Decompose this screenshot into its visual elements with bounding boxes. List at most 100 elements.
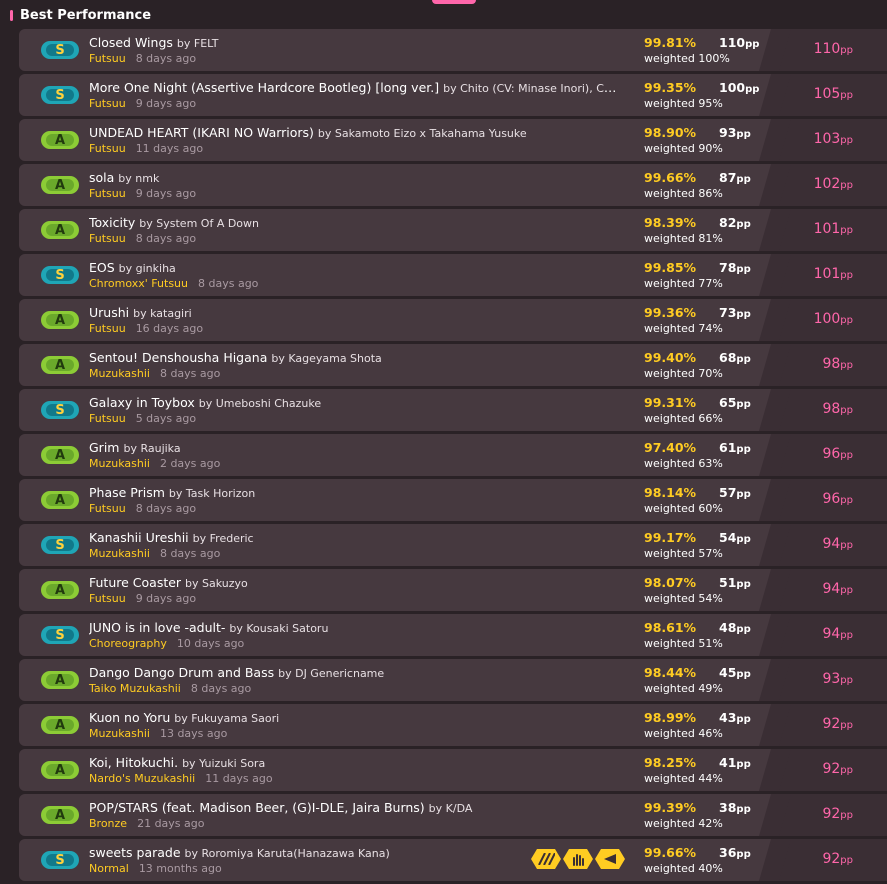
- beatmap-title[interactable]: Koi, Hitokuchi.: [89, 755, 178, 770]
- score-row[interactable]: Asola by nmk Futsuu 9 days ago 99.66% weight…: [19, 164, 887, 206]
- beatmap-title-line[interactable]: JUNO is in love -adult- by Kousaki Sator…: [89, 620, 619, 635]
- score-row[interactable]: Ssweets parade by Roromiya Karuta(Hanaza…: [19, 839, 887, 881]
- score-row[interactable]: S Galaxy in Toybox by Umeboshi Chazuke Fut…: [19, 389, 887, 431]
- grade-badge-inner: A: [46, 673, 74, 688]
- difficulty-name[interactable]: Futsuu: [89, 412, 126, 425]
- beatmap-title[interactable]: Urushi: [89, 305, 129, 320]
- beatmap-subline: Futsuu 9 days ago: [89, 97, 196, 110]
- beatmap-title-line[interactable]: Kanashii Ureshii by Frederic: [89, 530, 619, 545]
- accuracy: 99.85%: [644, 260, 697, 275]
- score-row[interactable]: A Future Coaster by Sakuzyo Futsuu 9 days a…: [19, 569, 887, 611]
- difficulty-name[interactable]: Futsuu: [89, 592, 126, 605]
- difficulty-name[interactable]: Bronze: [89, 817, 127, 830]
- beatmap-title-line[interactable]: Kuon no Yoru by Fukuyama Saori: [89, 710, 619, 725]
- beatmap-title-line[interactable]: Toxicity by System Of A Down: [89, 215, 619, 230]
- beatmap-title-line[interactable]: Grim by Raujika: [89, 440, 619, 455]
- difficulty-name[interactable]: Futsuu: [89, 232, 126, 245]
- weighted-pp-value: 94: [822, 536, 841, 552]
- score-row[interactable]: S Kanashii Ureshii by Frederic Muzukashii 8…: [19, 524, 887, 566]
- grade-letter: A: [54, 582, 66, 598]
- weighted-pp-unit: pp: [840, 270, 853, 281]
- raw-pp: 87pp: [719, 170, 751, 185]
- raw-pp-value: 48: [719, 620, 737, 635]
- score-row[interactable]: A Toxicity by System Of A Down Futsuu 8 day…: [19, 209, 887, 251]
- weighted-pp-unit: pp: [840, 315, 853, 326]
- score-row[interactable]: A Kuon no Yoru by Fukuyama Saori Muzukashi…: [19, 704, 887, 746]
- raw-pp-value: 41: [719, 755, 737, 770]
- beatmap-title[interactable]: UNDEAD HEART (IKARI NO Warriors): [89, 125, 314, 140]
- score-row[interactable]: A Phase Prism by Task Horizon Futsuu 8 days…: [19, 479, 887, 521]
- score-row[interactable]: S JUNO is in love -adult- by Kousaki Sato…: [19, 614, 887, 656]
- score-row[interactable]: A UNDEAD HEART (IKARI NO Warriors) by Sak…: [19, 119, 887, 161]
- difficulty-name[interactable]: Normal: [89, 862, 129, 875]
- raw-pp-value: 51: [719, 575, 737, 590]
- beatmap-title-line[interactable]: Closed Wings by FELT: [89, 35, 619, 50]
- beatmap-title-line[interactable]: POP/STARS (feat. Madison Beer, (G)I-DLE,…: [89, 800, 619, 815]
- score-row[interactable]: A POP/STARS (feat. Madison Beer, (G)I-DLE…: [19, 794, 887, 836]
- beatmap-subline: Chromoxx' Futsuu 8 days ago: [89, 277, 258, 290]
- beatmap-title-line[interactable]: More One Night (Assertive Hardcore Bootl…: [89, 80, 619, 95]
- weighted-pp-value: 105: [813, 86, 841, 102]
- difficulty-name[interactable]: Futsuu: [89, 187, 126, 200]
- difficulty-name[interactable]: Taiko Muzukashii: [89, 682, 181, 695]
- weight-percent: weighted 95%: [644, 97, 723, 110]
- beatmap-title-line[interactable]: Sentou! Denshousha Higana by Kageyama Sh…: [89, 350, 619, 365]
- beatmap-title[interactable]: Kanashii Ureshii: [89, 530, 189, 545]
- beatmap-title[interactable]: Galaxy in Toybox: [89, 395, 195, 410]
- beatmap-title[interactable]: sweets parade: [89, 845, 181, 860]
- beatmap-title[interactable]: Grim: [89, 440, 119, 455]
- beatmap-title-line[interactable]: sola by nmk: [89, 170, 619, 185]
- beatmap-title-line[interactable]: Galaxy in Toybox by Umeboshi Chazuke: [89, 395, 619, 410]
- difficulty-name[interactable]: Choreography: [89, 637, 167, 650]
- score-row[interactable]: A Sentou! Denshousha Higana by Kageyama S…: [19, 344, 887, 386]
- grade-badge-inner: S: [46, 403, 74, 418]
- difficulty-name[interactable]: Nardo's Muzukashii: [89, 772, 195, 785]
- beatmap-title-line[interactable]: Koi, Hitokuchi. by Yuizuki Sora: [89, 755, 619, 770]
- beatmap-title[interactable]: Future Coaster: [89, 575, 181, 590]
- difficulty-name[interactable]: Muzukashii: [89, 547, 150, 560]
- difficulty-name[interactable]: Futsuu: [89, 142, 126, 155]
- score-row[interactable]: S More One Night (Assertive Hardcore Boot…: [19, 74, 887, 116]
- score-row[interactable]: A Koi, Hitokuchi. by Yuizuki Sora Nardo's …: [19, 749, 887, 791]
- beatmap-title-line[interactable]: Phase Prism by Task Horizon: [89, 485, 619, 500]
- beatmap-title[interactable]: Kuon no Yoru: [89, 710, 170, 725]
- beatmap-title[interactable]: POP/STARS (feat. Madison Beer, (G)I-DLE,…: [89, 800, 425, 815]
- beatmap-title-line[interactable]: Future Coaster by Sakuzyo: [89, 575, 619, 590]
- play-date: 16 days ago: [135, 322, 204, 335]
- score-row[interactable]: S Closed Wings by FELT Futsuu 8 days ago 99.…: [19, 29, 887, 71]
- beatmap-title-line[interactable]: Urushi by katagiri: [89, 305, 619, 320]
- score-row[interactable]: A Urushi by katagiri Futsuu 16 days ago 99.3…: [19, 299, 887, 341]
- beatmap-title[interactable]: Phase Prism: [89, 485, 165, 500]
- score-row[interactable]: A Grim by Raujika Muzukashii 2 days ago 97.4…: [19, 434, 887, 476]
- beatmap-subline: Futsuu 9 days ago: [89, 187, 196, 200]
- beatmap-title[interactable]: sola: [89, 170, 114, 185]
- weighted-pp-unit: pp: [840, 45, 853, 56]
- difficulty-name[interactable]: Muzukashii: [89, 367, 150, 380]
- beatmap-title-line[interactable]: Dango Dango Drum and Bass by DJ Genericn…: [89, 665, 619, 680]
- difficulty-name[interactable]: Futsuu: [89, 322, 126, 335]
- difficulty-name[interactable]: Futsuu: [89, 52, 126, 65]
- raw-pp-unit: pp: [736, 489, 751, 500]
- difficulty-name[interactable]: Chromoxx' Futsuu: [89, 277, 188, 290]
- accuracy: 99.40%: [644, 350, 697, 365]
- beatmap-title[interactable]: Closed Wings: [89, 35, 173, 50]
- beatmap-title-line[interactable]: UNDEAD HEART (IKARI NO Warriors) by Saka…: [89, 125, 619, 140]
- weighted-pp-value: 94: [822, 626, 841, 642]
- grade-badge-inner: A: [46, 582, 74, 598]
- beatmap-title[interactable]: More One Night (Assertive Hardcore Bootl…: [89, 80, 439, 95]
- beatmap-title-line[interactable]: EOS by ginkiha: [89, 260, 619, 275]
- weighted-pp: 100pp: [814, 311, 853, 327]
- beatmap-title[interactable]: Sentou! Denshousha Higana: [89, 350, 267, 365]
- difficulty-name[interactable]: Futsuu: [89, 97, 126, 110]
- weighted-pp-value: 101: [813, 221, 841, 237]
- difficulty-name[interactable]: Muzukashii: [89, 727, 150, 740]
- beatmap-title[interactable]: JUNO is in love -adult-: [89, 620, 225, 635]
- beatmap-title[interactable]: Dango Dango Drum and Bass: [89, 665, 274, 680]
- difficulty-name[interactable]: Futsuu: [89, 502, 126, 515]
- score-row[interactable]: A Dango Dango Drum and Bass by DJ Generic…: [19, 659, 887, 701]
- beatmap-title[interactable]: EOS: [89, 260, 115, 275]
- difficulty-name[interactable]: Muzukashii: [89, 457, 150, 470]
- beatmap-title[interactable]: Toxicity: [89, 215, 135, 230]
- weighted-pp: 92pp: [822, 806, 853, 822]
- score-row[interactable]: S EOS by ginkiha Chromoxx' Futsuu 8 days ag…: [19, 254, 887, 296]
